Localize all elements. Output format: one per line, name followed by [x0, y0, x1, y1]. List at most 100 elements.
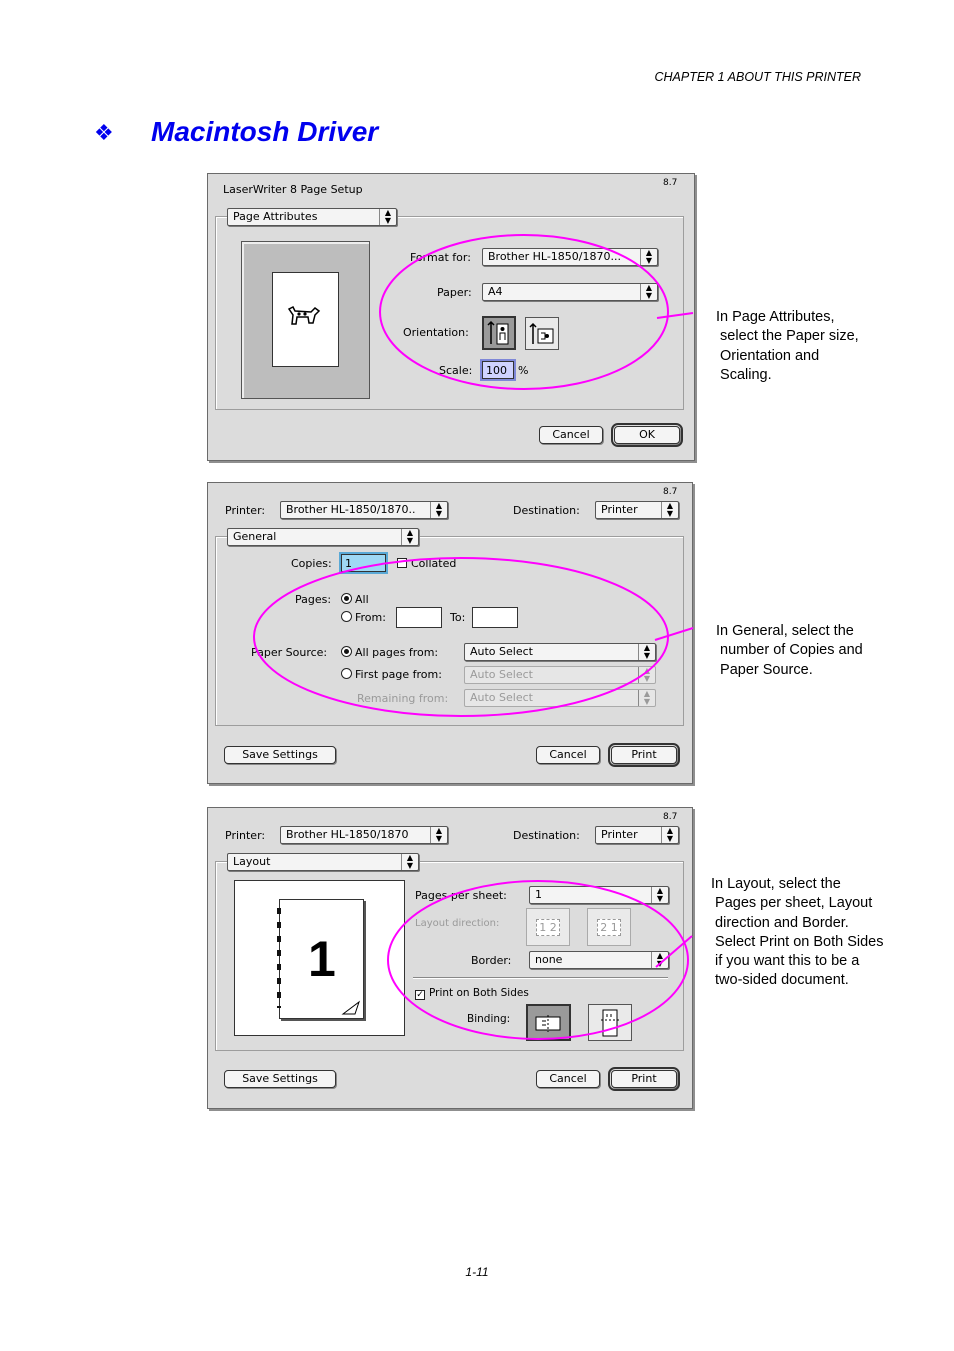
- cancel-button[interactable]: Cancel: [539, 426, 603, 444]
- pages-from-radio[interactable]: From:: [341, 611, 386, 624]
- first-page-from-label: First page from:: [355, 668, 442, 681]
- paper-value: A4: [488, 285, 503, 298]
- updown-arrows-icon: ▲ ▼: [401, 854, 418, 870]
- updown-arrows-icon: ▲ ▼: [430, 827, 447, 843]
- all-pages-from-radio[interactable]: All pages from:: [341, 646, 438, 659]
- destination-popup[interactable]: Printer ▲ ▼: [595, 826, 679, 844]
- updown-arrows-icon: ▲ ▼: [638, 690, 655, 706]
- updown-arrows-icon: ▲ ▼: [638, 667, 655, 683]
- radio-off-icon: [341, 668, 352, 679]
- all-pages-from-label: All pages from:: [355, 646, 439, 659]
- preview-page: 1: [277, 899, 364, 1019]
- format-for-value: Brother HL-1850/1870...: [488, 250, 621, 263]
- save-settings-button[interactable]: Save Settings: [224, 1070, 336, 1088]
- layout-direction-lr-button[interactable]: 1 2: [526, 908, 570, 946]
- layout-direction-lr-label: 1 2: [536, 918, 560, 936]
- panel-popup[interactable]: Layout ▲ ▼: [227, 853, 419, 871]
- page-number: 1-11: [465, 1265, 489, 1279]
- binding-long-edge-button[interactable]: [526, 1004, 571, 1041]
- radio-off-icon: [341, 611, 352, 622]
- all-pages-from-value: Auto Select: [470, 645, 533, 658]
- panel-popup-label: Page Attributes: [233, 210, 318, 223]
- first-page-from-popup[interactable]: Auto Select ▲ ▼: [464, 666, 656, 684]
- destination-value: Printer: [601, 828, 638, 841]
- dogcow-icon: [287, 305, 321, 325]
- short-edge-binding-icon: [601, 1009, 619, 1036]
- collated-checkbox[interactable]: Collated: [397, 557, 456, 570]
- portrait-orientation-button[interactable]: [482, 316, 516, 350]
- pages-from-field[interactable]: [396, 607, 442, 628]
- updown-arrows-icon: ▲ ▼: [661, 502, 678, 518]
- orientation-label: Orientation:: [403, 326, 469, 339]
- format-for-popup[interactable]: Brother HL-1850/1870... ▲ ▼: [482, 248, 658, 266]
- section-title: Macintosh Driver: [151, 116, 379, 147]
- version-label: 8.7: [663, 487, 678, 497]
- scale-unit: %: [518, 364, 529, 377]
- updown-arrows-icon: ▲ ▼: [651, 952, 668, 968]
- cancel-button[interactable]: Cancel: [536, 1070, 600, 1088]
- print-both-sides-checkbox[interactable]: ✓ Print on Both Sides: [415, 987, 529, 1000]
- printer-value: Brother HL-1850/1870..: [286, 503, 416, 516]
- radio-on-icon: [341, 646, 352, 657]
- panel-popup[interactable]: General ▲ ▼: [227, 528, 419, 546]
- binding-short-edge-button[interactable]: [588, 1004, 632, 1041]
- print-button[interactable]: Print: [608, 1067, 680, 1091]
- page-curl-icon: [341, 1000, 360, 1015]
- destination-popup[interactable]: Printer ▲ ▼: [595, 501, 679, 519]
- remaining-from-popup[interactable]: Auto Select ▲ ▼: [464, 689, 656, 707]
- collated-label: Collated: [411, 557, 457, 570]
- binding-marks: [277, 908, 281, 1008]
- updown-arrows-icon: ▲ ▼: [379, 209, 396, 225]
- printer-label: Printer:: [225, 829, 266, 842]
- all-pages-from-popup[interactable]: Auto Select ▲ ▼: [464, 643, 656, 661]
- layout-direction-label: Layout direction:: [415, 918, 500, 929]
- print-both-sides-label: Print on Both Sides: [429, 987, 529, 999]
- layout-direction-rl-button[interactable]: 2 1: [587, 908, 631, 946]
- page-preview-sheet: [272, 272, 339, 367]
- paper-popup[interactable]: A4 ▲ ▼: [482, 283, 658, 301]
- pages-from-label: From:: [355, 611, 386, 624]
- copies-field[interactable]: 1: [339, 552, 388, 574]
- printer-popup[interactable]: Brother HL-1850/1870 ▲ ▼: [280, 826, 448, 844]
- print-general-dialog: 8.7 Printer: Brother HL-1850/1870.. ▲ ▼ D…: [207, 482, 693, 784]
- cancel-button[interactable]: Cancel: [536, 746, 600, 764]
- layout-note: In Layout, select the Pages per sheet, L…: [711, 876, 884, 989]
- pages-per-sheet-label: Pages per sheet:: [415, 889, 507, 902]
- panel-popup[interactable]: Page Attributes ▲ ▼: [227, 208, 397, 226]
- layout-preview: 1: [234, 880, 405, 1036]
- page-setup-dialog: LaserWriter 8 Page Setup 8.7 Page Attrib…: [207, 173, 695, 461]
- destination-label: Destination:: [513, 829, 580, 842]
- version-label: 8.7: [663, 178, 678, 188]
- print-button[interactable]: Print: [608, 743, 680, 767]
- pages-label: Pages:: [295, 593, 332, 606]
- border-label: Border:: [471, 954, 512, 967]
- panel-popup-label: General: [233, 530, 277, 543]
- first-page-from-radio[interactable]: First page from:: [341, 668, 442, 681]
- ok-button[interactable]: OK: [611, 423, 683, 447]
- updown-arrows-icon: ▲ ▼: [640, 284, 657, 300]
- first-page-from-value: Auto Select: [470, 668, 533, 681]
- separator-line: [413, 977, 668, 978]
- updown-arrows-icon: ▲ ▼: [638, 644, 655, 660]
- save-settings-button[interactable]: Save Settings: [224, 746, 336, 764]
- pages-per-sheet-popup[interactable]: 1 ▲ ▼: [529, 886, 669, 904]
- updown-arrows-icon: ▲ ▼: [430, 502, 447, 518]
- pages-all-radio[interactable]: All: [341, 593, 369, 606]
- copies-label: Copies:: [291, 557, 332, 570]
- printer-popup[interactable]: Brother HL-1850/1870.. ▲ ▼: [280, 501, 448, 519]
- border-popup[interactable]: none ▲ ▼: [529, 951, 669, 969]
- general-note: In General, select the number of Copies …: [716, 623, 863, 678]
- version-label: 8.7: [663, 812, 678, 822]
- updown-arrows-icon: ▲ ▼: [651, 887, 668, 903]
- scale-field[interactable]: 100: [480, 359, 516, 381]
- page-attributes-note: In Page Attributes, select the Paper siz…: [716, 309, 859, 383]
- landscape-person-icon: [529, 322, 554, 344]
- layout-direction-rl-label: 2 1: [597, 918, 621, 936]
- paper-label: Paper:: [437, 286, 472, 299]
- landscape-orientation-button[interactable]: [525, 317, 559, 350]
- scale-label: Scale:: [439, 364, 473, 377]
- paper-source-label: Paper Source:: [251, 646, 328, 659]
- panel-popup-label: Layout: [233, 855, 271, 868]
- remaining-from-label: Remaining from:: [357, 692, 449, 705]
- pages-to-field[interactable]: [472, 607, 518, 628]
